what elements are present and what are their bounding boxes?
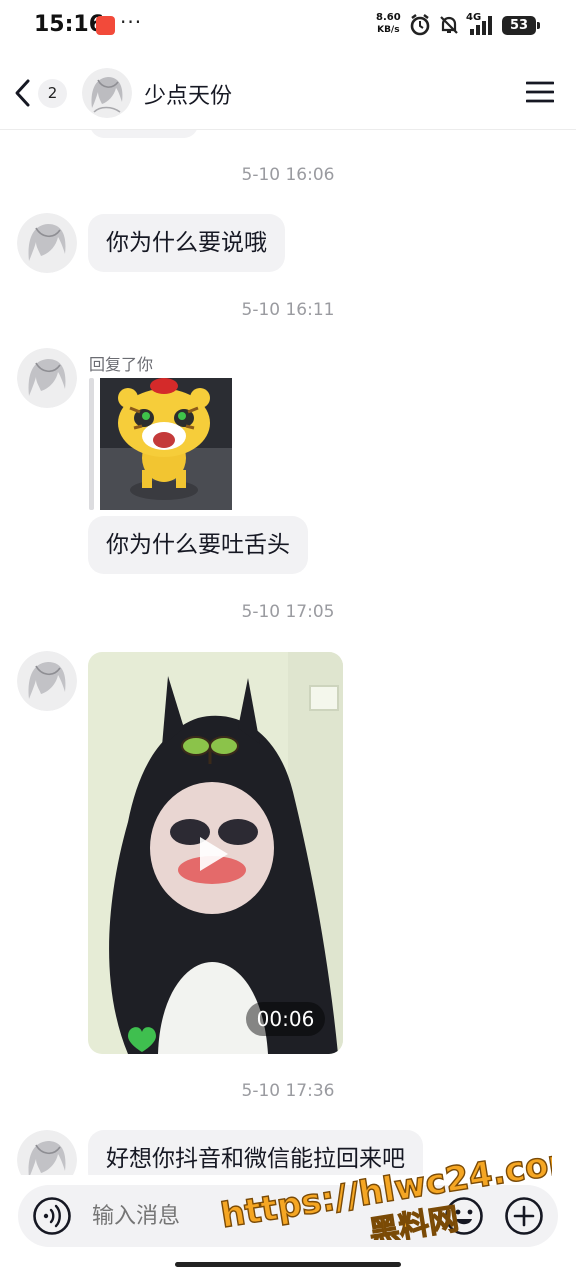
more-notifications-icon: ··· xyxy=(120,10,143,34)
message-input-bar xyxy=(18,1185,558,1247)
home-indicator xyxy=(175,1262,401,1267)
net-speed: 8.60 KB/s xyxy=(376,12,401,36)
signal-icon xyxy=(470,16,492,35)
battery-level: 53 xyxy=(509,18,529,33)
battery-icon: 53 xyxy=(502,16,540,35)
app-badge-icon xyxy=(96,16,115,35)
sender-avatar[interactable] xyxy=(17,651,77,711)
sender-avatar[interactable] xyxy=(17,1130,77,1175)
menu-icon[interactable] xyxy=(526,80,554,104)
partial-message-bubble xyxy=(90,130,198,138)
status-time: 15:16 xyxy=(34,12,105,37)
reply-label: 回复了你 xyxy=(89,355,154,374)
message-timestamp: 5-10 16:11 xyxy=(241,300,335,320)
quoted-image[interactable] xyxy=(100,378,232,510)
message-input[interactable] xyxy=(92,1199,432,1233)
status-bar: 15:16 ··· 8.60 KB/s 4G 53 xyxy=(0,0,576,54)
message-bubble[interactable]: 你为什么要吐舌头 xyxy=(88,516,308,574)
contact-avatar[interactable] xyxy=(82,68,132,118)
plus-icon[interactable] xyxy=(504,1196,544,1236)
message-bubble[interactable]: 好想你抖音和微信能拉回来吧 xyxy=(88,1130,423,1175)
quote-bar xyxy=(89,378,94,510)
sender-avatar[interactable] xyxy=(17,213,77,273)
back-arrow-icon[interactable] xyxy=(12,78,34,108)
mute-bell-icon xyxy=(440,16,458,34)
message-timestamp: 5-10 17:05 xyxy=(241,602,335,622)
contact-name: 少点天份 xyxy=(144,84,233,109)
message-list[interactable]: 5-10 16:06 你为什么要说哦 5-10 16:11 回复了你 你为什么要… xyxy=(0,130,576,1175)
alarm-icon xyxy=(410,14,430,36)
voice-icon[interactable] xyxy=(32,1196,72,1236)
unread-count-badge[interactable]: 2 xyxy=(38,79,67,108)
net-speed-unit: KB/s xyxy=(377,25,400,35)
message-timestamp: 5-10 16:06 xyxy=(241,165,335,185)
chat-header: 2 少点天份 xyxy=(0,54,576,130)
message-timestamp: 5-10 17:36 xyxy=(241,1081,335,1101)
message-bubble[interactable]: 你为什么要说哦 xyxy=(88,214,285,272)
sender-avatar[interactable] xyxy=(17,348,77,408)
video-duration: 00:06 xyxy=(246,1002,325,1036)
net-speed-value: 8.60 xyxy=(376,12,401,23)
chat-screen: 15:16 ··· 8.60 KB/s 4G 53 2 少点天份 5-10 16… xyxy=(0,0,576,1280)
play-icon[interactable] xyxy=(188,831,234,877)
emoji-icon[interactable] xyxy=(444,1196,484,1236)
